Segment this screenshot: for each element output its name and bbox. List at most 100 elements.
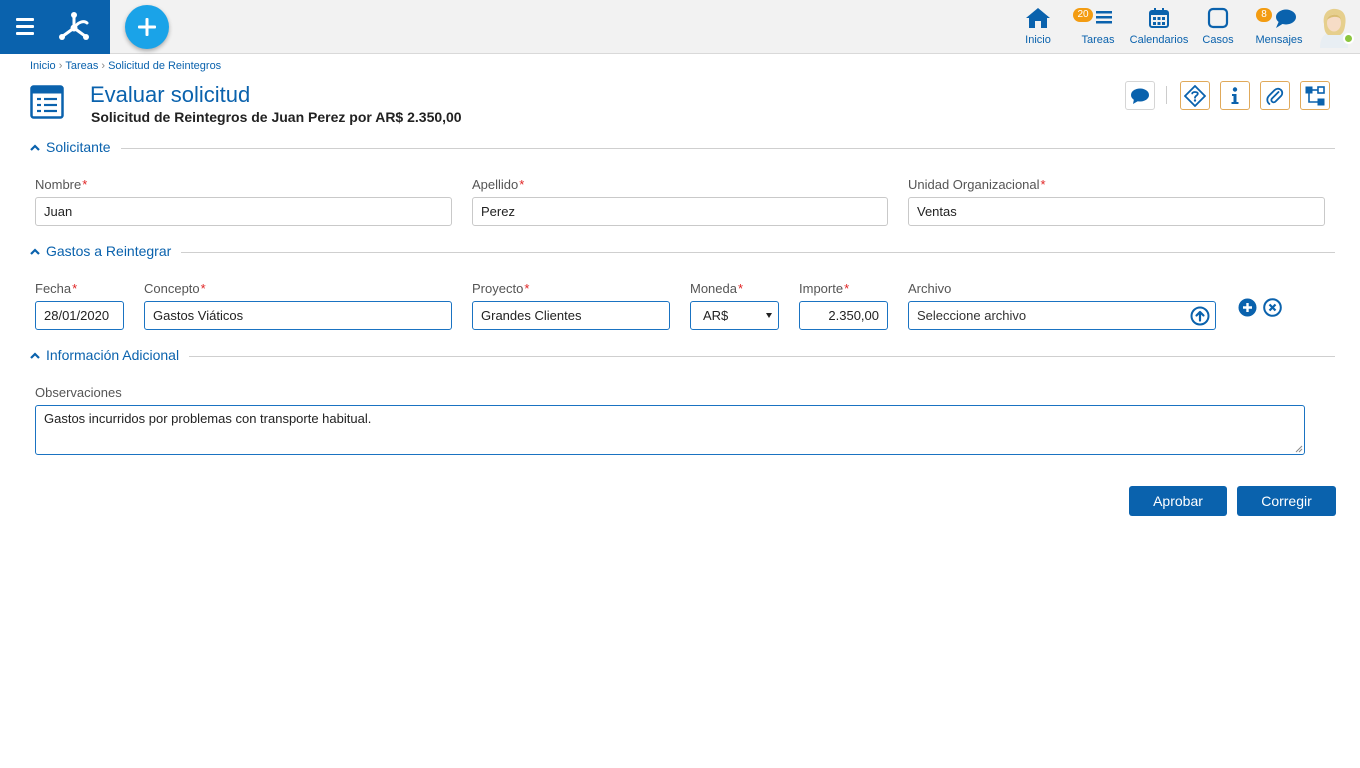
observaciones-label: Observaciones [35,385,122,400]
comment-icon [1131,88,1149,104]
process-map-button[interactable] [1300,81,1330,110]
section-solicitante-title: Solicitante [46,139,111,155]
nombre-field[interactable]: Juan [35,197,452,226]
section-adicional-title: Información Adicional [46,347,180,363]
moneda-header: Moneda* [690,281,743,296]
toolbar-divider [1166,86,1167,104]
nav-mensajes[interactable]: 8 Mensajes [1252,0,1306,54]
help-icon [1184,84,1206,107]
comments-button[interactable] [1125,81,1155,110]
online-status-indicator [1343,33,1354,44]
section-solicitante: Solicitante [30,139,1335,159]
importe-input[interactable]: 2.350,00 [799,301,888,330]
archivo-header: Archivo [908,281,952,296]
new-item-button[interactable] [125,5,169,49]
chevron-up-icon [30,248,40,255]
moneda-select[interactable]: AR$ [690,301,779,330]
nav-inicio[interactable]: Inicio [1018,0,1058,54]
section-adicional-toggle[interactable]: Información Adicional [30,347,190,363]
breadcrumb-tareas[interactable]: Tareas [65,60,98,72]
form-icon [30,85,64,119]
fecha-header-text: Fecha [35,281,72,296]
apellido-field[interactable]: Perez [472,197,888,226]
apellido-label-text: Apellido [472,177,519,192]
required-marker: * [72,281,78,296]
help-button[interactable] [1180,81,1210,110]
process-map-icon [1305,85,1325,105]
nombre-label-text: Nombre [35,177,82,192]
nav-casos[interactable]: Casos [1198,0,1238,54]
breadcrumb-separator-icon: › [58,60,63,72]
breadcrumb-separator-icon: › [101,60,106,72]
nav-calendarios-label: Calendarios [1129,34,1189,46]
required-marker: * [844,281,850,296]
moneda-select-value: AR$ [703,308,729,323]
required-marker: * [82,177,88,192]
calendar-icon [1149,8,1169,28]
concepto-header: Concepto* [144,281,206,296]
correct-button[interactable]: Corregir [1237,486,1336,516]
concepto-header-text: Concepto [144,281,200,296]
remove-row-icon[interactable] [1263,298,1282,317]
section-gastos-toggle[interactable]: Gastos a Reintegrar [30,243,182,259]
chevron-up-icon [30,144,40,151]
messages-icon [1276,9,1296,28]
dropdown-arrow-icon [766,313,772,318]
breadcrumb-inicio[interactable]: Inicio [30,60,56,72]
tasks-badge: 20 [1073,8,1093,22]
required-marker: * [519,177,525,192]
breadcrumb: Inicio › Tareas › Solicitud de Reintegros [30,60,221,72]
importe-header-text: Importe [799,281,844,296]
attachment-icon [1266,87,1284,105]
page-title: Evaluar solicitud [90,82,251,107]
cases-icon [1207,7,1229,29]
section-divider [30,252,1335,253]
proyecto-input[interactable]: Grandes Clientes [472,301,670,330]
section-gastos-title: Gastos a Reintegrar [46,243,172,259]
apellido-label: Apellido* [472,177,524,192]
archivo-input[interactable]: Seleccione archivo [908,301,1216,330]
observaciones-textarea[interactable]: Gastos incurridos por problemas con tran… [35,405,1305,455]
required-marker: * [737,281,744,296]
nav-casos-label: Casos [1202,34,1234,46]
home-icon [1026,8,1050,28]
nav-tareas[interactable]: 20 Tareas [1073,0,1118,54]
unidad-field[interactable]: Ventas [908,197,1325,226]
brand-area [0,0,110,54]
top-bar: Inicio 20 Tareas Calendarios Casos 8 Men… [0,0,1360,54]
info-button[interactable] [1220,81,1250,110]
unidad-label-text: Unidad Organizacional [908,177,1040,192]
fecha-header: Fecha* [35,281,77,296]
proyecto-header: Proyecto* [472,281,529,296]
concepto-input[interactable]: Gastos Viáticos [144,301,452,330]
logo-icon[interactable] [56,10,92,44]
section-divider [30,148,1335,149]
moneda-header-text: Moneda [690,281,737,296]
upload-icon[interactable] [1190,306,1210,326]
unidad-label: Unidad Organizacional* [908,177,1046,192]
section-solicitante-toggle[interactable]: Solicitante [30,139,121,155]
nav-mensajes-label: Mensajes [1255,34,1303,46]
nombre-label: Nombre* [35,177,87,192]
required-marker: * [524,281,530,296]
observaciones-text: Gastos incurridos por problemas con tran… [44,411,372,426]
required-marker: * [1040,177,1046,192]
messages-badge: 8 [1256,8,1272,22]
importe-header: Importe* [799,281,849,296]
hamburger-menu-icon[interactable] [16,18,36,36]
add-row-icon[interactable] [1238,298,1257,317]
nav-calendarios[interactable]: Calendarios [1128,0,1190,54]
fecha-input[interactable]: 28/01/2020 [35,301,124,330]
proyecto-header-text: Proyecto [472,281,524,296]
archivo-placeholder: Seleccione archivo [917,308,1027,323]
breadcrumb-solicitud[interactable]: Solicitud de Reintegros [108,60,221,72]
nav-tareas-label: Tareas [1081,34,1115,46]
attachments-button[interactable] [1260,81,1290,110]
section-gastos: Gastos a Reintegrar [30,243,1335,263]
page-subtitle: Solicitud de Reintegros de Juan Perez po… [91,109,462,125]
resize-grip-icon[interactable] [1294,444,1303,453]
approve-button[interactable]: Aprobar [1129,486,1227,516]
tasks-icon [1096,11,1112,24]
required-marker: * [200,281,206,296]
nav-inicio-label: Inicio [1025,34,1051,46]
